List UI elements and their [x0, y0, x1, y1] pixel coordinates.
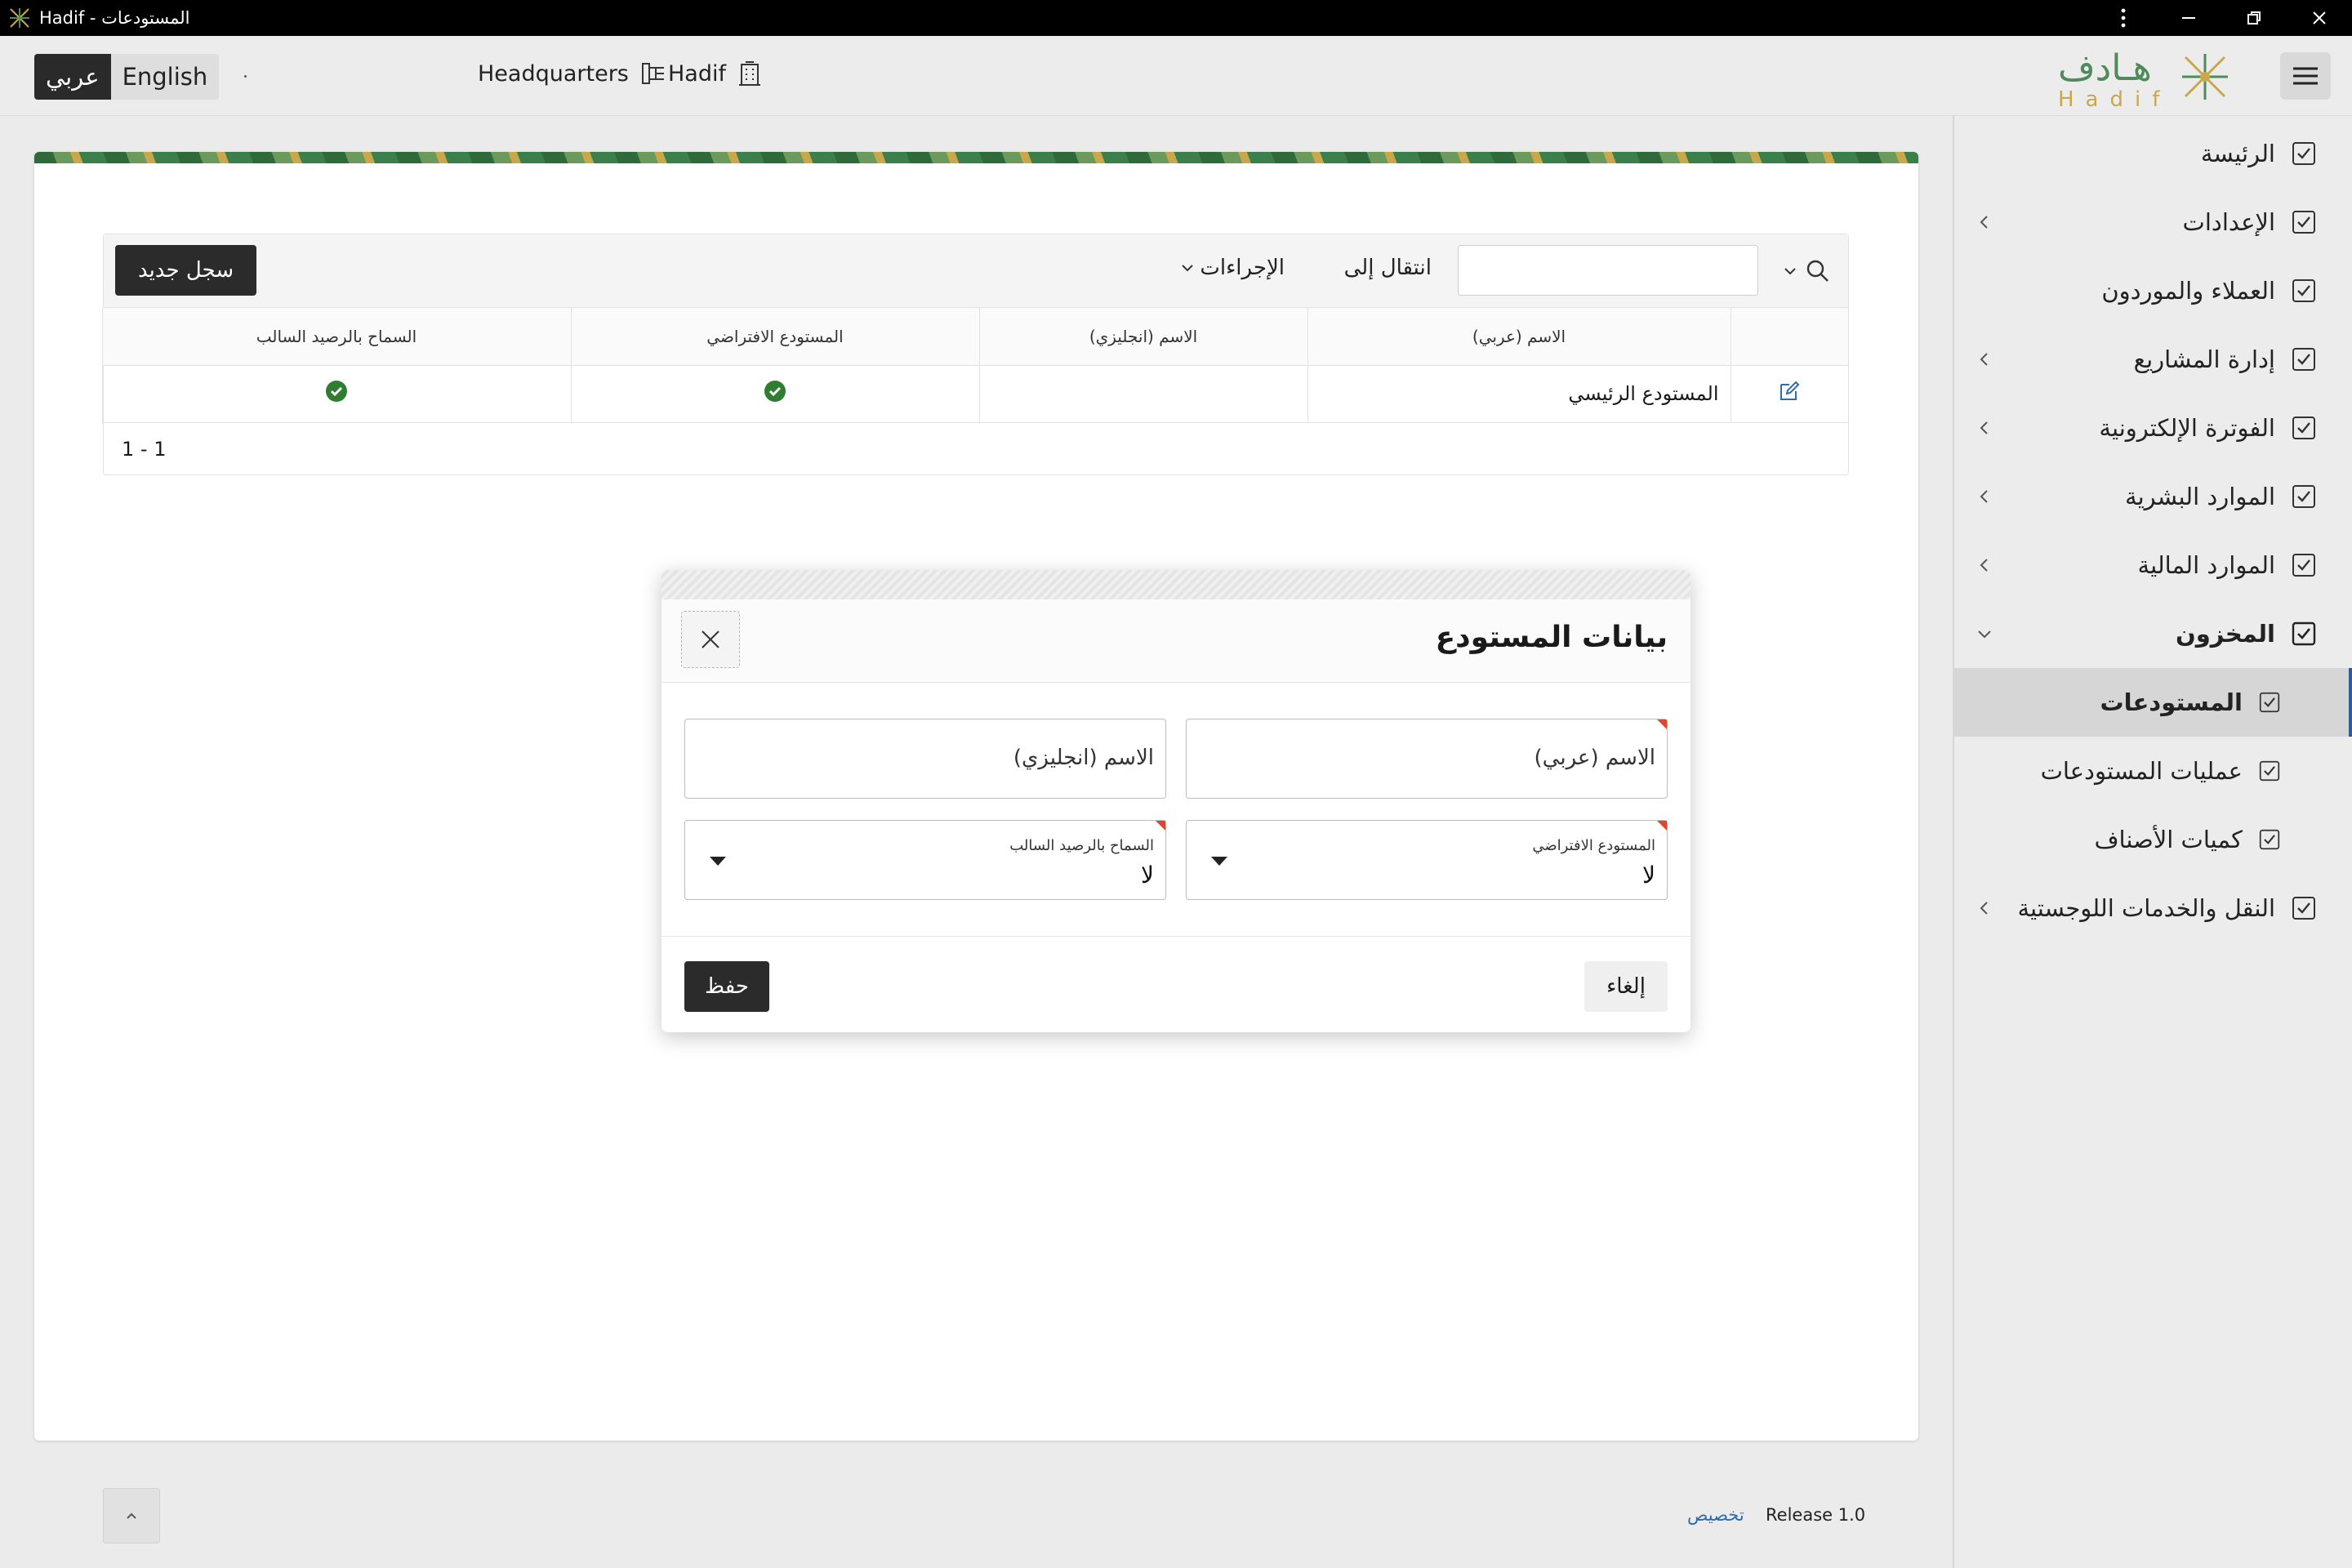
sidebar-item-label: الموارد البشرية: [2125, 483, 2275, 510]
warehouse-data-dialog: بيانات المستودع الاسم (عربي) الاسم (انجل…: [662, 570, 1690, 1032]
required-indicator: [1156, 821, 1165, 831]
restore-icon[interactable]: [2221, 0, 2287, 36]
dropdown-caret-icon: [1211, 857, 1227, 866]
organization-selector[interactable]: Hadif: [668, 60, 762, 87]
sidebar-nav: الرئيسة الإعدادات العملاء والموردون إدار…: [1953, 116, 2352, 1568]
required-indicator: [1657, 821, 1667, 831]
branch-selector[interactable]: Headquarters: [478, 60, 666, 87]
sidebar-item-label: كميات الأصناف: [2094, 826, 2243, 853]
hierarchy-icon: [641, 63, 664, 84]
sidebar-item-label: الموارد المالية: [2137, 551, 2275, 579]
sidebar-item-label: العملاء والموردون: [2101, 277, 2275, 305]
sidebar-item-label: الإعدادات: [2182, 208, 2275, 236]
sidebar-item-settings[interactable]: الإعدادات: [1954, 188, 2352, 256]
chevron-left-icon: [1980, 490, 1988, 503]
sidebar-item-label: الفوترة الإلكترونية: [2099, 414, 2275, 442]
sidebar-item-label: المخزون: [2176, 620, 2275, 648]
chevron-left-icon: [1980, 421, 1988, 434]
default-warehouse-select[interactable]: المستودع الافتراضي لا: [1186, 820, 1668, 900]
menu-toggle-button[interactable]: [2280, 52, 2331, 100]
checkbox-icon: [2259, 829, 2280, 850]
checkbox-icon: [2292, 416, 2315, 439]
sidebar-item-project-management[interactable]: إدارة المشاريع: [1954, 325, 2352, 394]
default-warehouse-label: المستودع الافتراضي: [1532, 837, 1655, 854]
sidebar-item-home[interactable]: الرئيسة: [1954, 119, 2352, 188]
window-titlebar: Hadif - المستودعات: [0, 0, 2352, 36]
chevron-down-icon: [1978, 630, 1991, 639]
more-options-icon[interactable]: [2091, 0, 2156, 36]
minimize-icon[interactable]: [2156, 0, 2221, 36]
dialog-decorative-pattern: [662, 570, 1690, 599]
checkbox-icon: [2292, 142, 2315, 165]
checkbox-icon: [2292, 897, 2315, 920]
sidebar-item-label: المستودعات: [2100, 688, 2243, 716]
checkbox-icon: [2292, 621, 2316, 646]
chevron-left-icon: [1980, 902, 1988, 915]
chevron-left-icon: [1980, 216, 1988, 229]
lang-english-button[interactable]: English: [111, 54, 220, 100]
sidebar-item-e-invoicing[interactable]: الفوترة الإلكترونية: [1954, 394, 2352, 462]
dialog-header: بيانات المستودع: [662, 599, 1690, 683]
logo-arabic-text: هـادف: [2058, 47, 2152, 89]
name-en-field[interactable]: الاسم (انجليزي): [684, 719, 1166, 799]
sidebar-item-warehouse-operations[interactable]: عمليات المستودعات: [1954, 737, 2352, 805]
dialog-title: بيانات المستودع: [1435, 621, 1668, 654]
sidebar-item-label: إدارة المشاريع: [2133, 345, 2275, 373]
close-window-icon[interactable]: [2287, 0, 2352, 36]
hadif-logo: هـادف Hadif: [2058, 47, 2228, 109]
logo-english-text: Hadif: [2058, 87, 2171, 109]
chevron-left-icon: [1980, 559, 1988, 572]
allow-negative-select[interactable]: السماح بالرصيد السالب لا: [684, 820, 1166, 900]
sidebar-item-warehouses[interactable]: المستودعات: [1954, 668, 2352, 737]
branch-label: Headquarters: [478, 60, 629, 87]
sidebar-item-transport-logistics[interactable]: النقل والخدمات اللوجستية: [1954, 874, 2352, 942]
header-separator-dot: [244, 75, 247, 78]
hamburger-icon: [2293, 67, 2318, 85]
sidebar-item-label: النقل والخدمات اللوجستية: [2017, 894, 2275, 922]
top-header: عربي English Headquarters Hadif هـادف Ha…: [0, 36, 2352, 116]
name-en-placeholder: الاسم (انجليزي): [1013, 746, 1154, 770]
lang-arabic-button[interactable]: عربي: [34, 54, 111, 100]
name-ar-field[interactable]: الاسم (عربي): [1186, 719, 1668, 799]
sidebar-item-item-quantities[interactable]: كميات الأصناف: [1954, 805, 2352, 874]
sidebar-item-label: الرئيسة: [2200, 140, 2275, 167]
dialog-close-button[interactable]: [681, 611, 740, 668]
sidebar-item-customers-suppliers[interactable]: العملاء والموردون: [1954, 256, 2352, 325]
allow-negative-label: السماح بالرصيد السالب: [1009, 837, 1154, 854]
dropdown-caret-icon: [710, 857, 726, 866]
required-indicator: [1657, 719, 1667, 729]
chevron-left-icon: [1980, 353, 1988, 366]
sidebar-item-financial-resources[interactable]: الموارد المالية: [1954, 531, 2352, 599]
checkbox-icon: [2292, 279, 2315, 302]
checkbox-icon: [2259, 760, 2280, 782]
save-button[interactable]: حفظ: [684, 961, 769, 1012]
checkbox-icon: [2292, 554, 2315, 577]
checkbox-icon: [2292, 348, 2315, 371]
sidebar-item-human-resources[interactable]: الموارد البشرية: [1954, 462, 2352, 531]
close-icon: [702, 630, 719, 648]
name-ar-placeholder: الاسم (عربي): [1534, 746, 1655, 770]
checkbox-icon: [2292, 485, 2315, 508]
hadif-app-icon: [10, 8, 29, 28]
default-warehouse-value: لا: [1642, 862, 1655, 889]
organization-label: Hadif: [668, 60, 726, 87]
dialog-footer: إلغاء حفظ: [662, 936, 1690, 1032]
checkbox-icon: [2292, 211, 2315, 234]
window-title: Hadif - المستودعات: [39, 8, 190, 28]
sidebar-item-label: عمليات المستودعات: [2040, 757, 2243, 785]
building-icon: [739, 61, 760, 86]
sidebar-item-inventory[interactable]: المخزون: [1954, 599, 2352, 668]
allow-negative-value: لا: [1141, 862, 1154, 889]
checkbox-icon: [2259, 692, 2280, 713]
language-toggle[interactable]: عربي English: [34, 54, 220, 100]
cancel-button[interactable]: إلغاء: [1584, 961, 1668, 1012]
